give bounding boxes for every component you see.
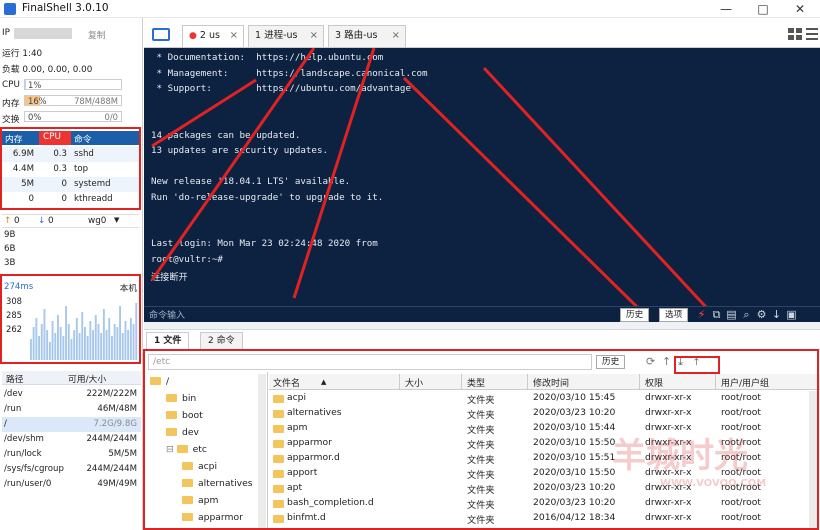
swap-meter: 0% 0/0 [24,111,122,122]
tab-session-3[interactable]: 3 路由-us × [328,25,406,47]
command-input[interactable]: 命令输入 [149,308,185,321]
annotation-arrow-line [151,78,257,148]
drive-path: /run/user/0 [4,479,52,489]
title-bar: FinalShell 3.0.10 — □ ✕ [0,0,820,18]
drive-path: /sys/fs/cgroup [4,464,64,474]
search-icon[interactable]: ⌕ [740,307,753,323]
net-interface-select[interactable]: wg0 [88,216,106,226]
annotation-arrow-line [402,76,641,308]
drive-row[interactable]: /dev 222M/222M [2,387,141,402]
menu-icon[interactable] [806,28,818,40]
drive-size: 7.2G/9.8G [93,419,137,429]
copy-icon[interactable]: ⧉ [710,307,723,323]
fullscreen-icon[interactable]: ▣ [785,307,798,323]
chevron-down-icon[interactable]: ▼ [114,216,119,224]
tab-close-icon[interactable]: × [230,26,238,46]
tab-session-1[interactable]: 1 进程-us × [248,25,324,47]
gear-icon[interactable]: ⚙ [755,307,768,323]
drive-size: 5M/5M [108,449,137,459]
cpu-value: 1% [28,80,42,90]
annotation-arrow-line [292,48,376,299]
connection-status-icon: ● [189,31,197,41]
download-icon[interactable]: ↓ [770,307,783,323]
file-panel-tabs: 1 文件 2 命令 [144,330,820,350]
close-button[interactable]: ✕ [782,0,818,18]
drive-row[interactable]: /run/user/0 49M/49M [2,477,141,492]
ip-label: IP [2,28,10,38]
mem-label: 内存 [2,99,20,109]
app-title: FinalShell 3.0.10 [22,2,109,14]
drive-path: /run/lock [4,449,42,459]
upload-rate: 0 [14,216,20,226]
net-level: 3B [4,258,16,268]
maximize-button[interactable]: □ [745,0,781,18]
load-average: 负载 0.00, 0.00, 0.00 [2,65,93,75]
session-tab-bar: ● 2 us × 1 进程-us × 3 路由-us × [144,22,820,48]
process-annotation-box [0,127,141,210]
folder-open-icon[interactable] [152,28,170,41]
watermark-url: WWW.VOVQQ.COM [660,478,767,489]
drive-size: 244M/244M [86,464,137,474]
drive-size: 46M/48M [97,404,137,414]
drive-size: 222M/222M [86,389,137,399]
cpu-meter: 1% [24,79,122,90]
tab-label: 3 路由-us [335,30,378,41]
uptime: 运行 1:40 [2,49,43,59]
drive-table-header: 路径 可用/大小 [2,371,141,385]
drive-path: / [4,419,7,429]
mem-detail: 78M/488M [74,96,118,106]
drive-path: /dev [4,389,23,399]
drive-row[interactable]: / 7.2G/9.8G [2,417,141,432]
annotation-arrows [150,48,709,308]
paste-icon[interactable]: ▤ [725,307,738,323]
copy-ip-button[interactable]: 复制 [88,28,106,41]
drive-row[interactable]: /sys/fs/cgroup 244M/244M [2,462,141,477]
drive-size: 49M/49M [97,479,137,489]
drive-col-path[interactable]: 路径 [6,372,24,385]
upload-arrow-icon: ↑ [4,216,12,226]
net-level: 6B [4,244,16,254]
grid-view-icon[interactable] [788,28,802,40]
annotation-arrow-line [150,48,316,281]
sidebar: IP 复制 运行 1:40 负载 0.00, 0.00, 0.00 CPU 1%… [0,18,143,530]
watermark-brand: 羊城时光 [612,436,748,476]
mem-value: 16% [28,96,47,106]
drive-row[interactable]: /run 46M/48M [2,402,141,417]
ip-redacted [14,28,72,39]
history-button[interactable]: 历史 [620,308,650,322]
minimize-button[interactable]: — [708,0,744,18]
tab-close-icon[interactable]: × [392,26,400,46]
panel-splitter[interactable] [144,322,820,330]
net-level: 9B [4,230,16,240]
chart-annotation-box [0,274,141,364]
annotation-arrow-line [482,66,709,308]
app-icon [4,3,16,15]
tab-commands[interactable]: 2 命令 [200,332,243,350]
options-button[interactable]: 选项 [659,308,689,322]
network-header: ↑ 0 ↓ 0 wg0 ▼ [2,214,139,228]
tab-label: 2 us [199,30,220,41]
command-bar: 命令输入 历史 选项 ⚡ ⧉ ▤ ⌕ ⚙ ↓ ▣ [144,306,820,322]
download-arrow-icon: ↓ [38,216,46,226]
download-rate: 0 [48,216,54,226]
tab-label: 1 进程-us [255,30,298,41]
drive-size: 244M/244M [86,434,137,444]
lightning-icon[interactable]: ⚡ [695,307,708,323]
drive-row[interactable]: /dev/shm 244M/244M [2,432,141,447]
drive-path: /run [4,404,22,414]
drive-col-size[interactable]: 可用/大小 [68,372,106,385]
drive-row[interactable]: /run/lock 5M/5M [2,447,141,462]
mem-meter: 16% 78M/488M [24,95,122,106]
tab-session-2[interactable]: ● 2 us × [182,25,244,47]
swap-value: 0% [28,112,42,122]
drive-path: /dev/shm [4,434,44,444]
cpu-label: CPU [2,80,20,90]
tab-files[interactable]: 1 文件 [146,332,190,350]
tab-close-icon[interactable]: × [310,26,318,46]
swap-detail: 0/0 [104,112,118,122]
swap-label: 交换 [2,115,20,125]
terminal[interactable]: * Documentation: https://help.ubuntu.com… [144,48,820,308]
